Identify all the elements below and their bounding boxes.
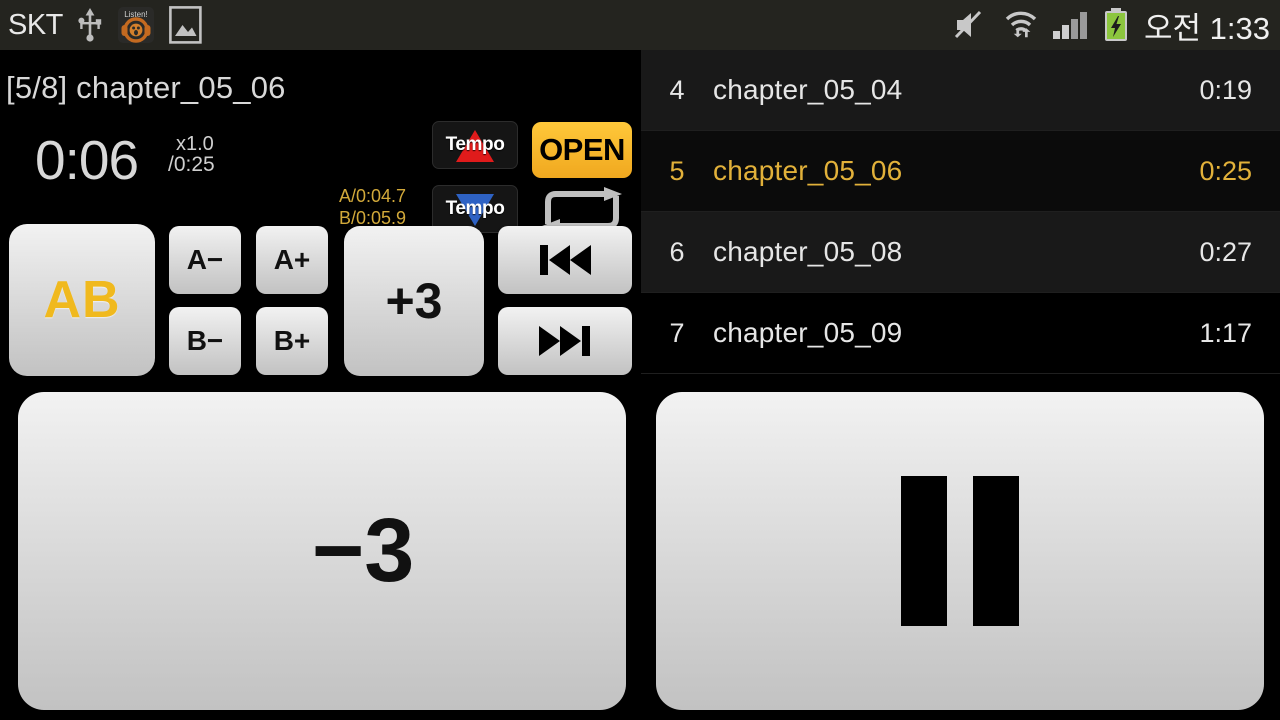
status-clock: 오전 1:33 (1144, 10, 1270, 46)
playlist-row-title: chapter_05_06 (713, 155, 903, 186)
tempo-down-label: Tempo (445, 198, 505, 219)
tempo-up-button[interactable]: Tempo (432, 121, 518, 169)
playlist-row-title: chapter_05_09 (713, 317, 903, 348)
previous-track-button[interactable] (498, 226, 632, 294)
playlist-row-duration: 1:17 (1199, 317, 1252, 348)
forward-3-button[interactable]: +3 (344, 226, 484, 376)
status-bar-left: SKT Listen! (8, 6, 202, 44)
playlist-row-index: 5 (669, 155, 685, 186)
playlist[interactable]: 4 chapter_05_04 0:19 5 chapter_05_06 0:2… (641, 50, 1280, 380)
playlist-row-index: 7 (669, 317, 685, 348)
a-plus-button[interactable]: A+ (256, 226, 328, 294)
battery-charging-icon (1103, 8, 1129, 42)
playlist-row-index: 4 (669, 74, 685, 105)
open-button[interactable]: OPEN (532, 122, 632, 178)
mute-icon (954, 9, 990, 41)
playlist-row-title: chapter_05_04 (713, 74, 903, 105)
playlist-row[interactable]: 7 chapter_05_09 1:17 (641, 293, 1280, 374)
tempo-up-label: Tempo (445, 134, 505, 155)
pause-button[interactable] (656, 392, 1264, 710)
marker-a-value: A/0:04.7 (339, 186, 407, 206)
playback-speed: x1.0 (176, 133, 214, 155)
b-plus-button[interactable]: B+ (256, 307, 328, 375)
a-minus-button[interactable]: A− (169, 226, 241, 294)
pause-bar-right (973, 476, 1019, 626)
previous-track-icon (540, 245, 591, 275)
rewind-3-label: −3 (311, 500, 415, 601)
carrier-label: SKT (8, 8, 63, 41)
signal-bars-icon (1052, 9, 1090, 41)
speed-and-total: x1.0 /0:25 (168, 134, 215, 176)
playlist-row[interactable]: 6 chapter_05_08 0:27 (641, 212, 1280, 293)
listen-headphone-icon: Listen! (117, 6, 155, 44)
app-screen: SKT Listen! 오전 1:33 [5/8] chapter_05_06 … (0, 0, 1280, 720)
rewind-3-button[interactable]: −3 (18, 392, 626, 710)
playlist-row-duration: 0:25 (1199, 155, 1252, 186)
playlist-row[interactable]: 4 chapter_05_04 0:19 (641, 50, 1280, 131)
status-bar-right: 오전 1:33 (954, 3, 1270, 48)
gallery-image-icon (169, 6, 202, 44)
next-track-button[interactable] (498, 307, 632, 375)
playlist-row-duration: 0:27 (1199, 236, 1252, 267)
ab-loop-button[interactable]: AB (9, 224, 155, 376)
pause-icon (901, 476, 1019, 626)
playlist-row-title: chapter_05_08 (713, 236, 903, 267)
playlist-row-duration: 0:19 (1199, 74, 1252, 105)
player-info-panel: [5/8] chapter_05_06 0:06 x1.0 /0:25 A/0:… (0, 50, 640, 233)
elapsed-time: 0:06 (35, 129, 139, 191)
usb-icon (77, 8, 103, 42)
next-track-icon (539, 326, 590, 356)
playlist-row-index: 6 (669, 236, 685, 267)
wifi-icon (1003, 9, 1039, 41)
ab-loop-markers: A/0:04.7 B/0:05.9 (339, 186, 406, 230)
track-title: [5/8] chapter_05_06 (6, 70, 286, 105)
b-minus-button[interactable]: B− (169, 307, 241, 375)
pause-bar-left (901, 476, 947, 626)
total-duration: /0:25 (168, 153, 215, 177)
status-bar: SKT Listen! 오전 1:33 (0, 0, 1280, 50)
playlist-row-current[interactable]: 5 chapter_05_06 0:25 (641, 131, 1280, 212)
